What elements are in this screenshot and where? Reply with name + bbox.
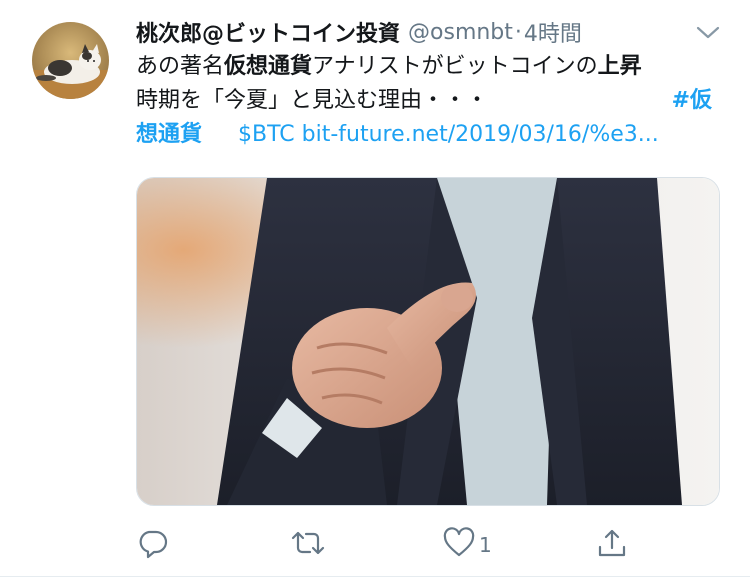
heart-icon xyxy=(443,527,475,563)
like-button[interactable]: 1 xyxy=(443,527,492,563)
tweet-text: あの著名仮想通貨アナリストがビットコインの上昇 時期を「今夏」と見込む理由・・・… xyxy=(136,50,726,152)
avatar-cat-image xyxy=(32,22,109,99)
hashtag-link[interactable]: #仮 xyxy=(672,84,712,118)
chevron-down-icon[interactable] xyxy=(694,20,722,44)
tweet-text-line-2: 時期を「今夏」と見込む理由・・・ #仮 xyxy=(136,84,726,118)
display-name[interactable]: 桃次郎@ビットコイン投資 xyxy=(136,16,400,48)
hashtag-link[interactable]: 想通貨 xyxy=(136,122,202,147)
timestamp[interactable]: 4時間 xyxy=(524,16,582,48)
reply-button[interactable] xyxy=(137,528,169,562)
text-segment: あの著名 xyxy=(136,54,225,79)
url-link[interactable]: bit-future.net/2019/03/16/%e3... xyxy=(302,122,659,147)
separator-dot: · xyxy=(514,19,522,45)
divider xyxy=(0,576,750,577)
tweet-text-line-1: あの著名仮想通貨アナリストがビットコインの上昇 xyxy=(136,50,726,84)
reply-icon xyxy=(137,527,169,563)
retweet-button[interactable] xyxy=(290,528,326,562)
tweet-card[interactable]: 桃次郎@ビットコイン投資 @osmnbt · 4時間 あの著名仮想通貨アナリスト… xyxy=(0,0,750,579)
share-icon xyxy=(596,527,628,563)
text-bold-segment: 仮想通貨 xyxy=(224,54,313,79)
tweet-text-line-3: 想通貨 $BTC bit-future.net/2019/03/16/%e3..… xyxy=(136,118,726,152)
avatar[interactable] xyxy=(32,22,109,99)
tweet-media-image[interactable] xyxy=(136,177,720,506)
text-segment: アナリストがビットコインの xyxy=(312,54,598,79)
retweet-icon xyxy=(290,527,326,563)
text-segment: 時期を「今夏」と見込む理由・・・ xyxy=(136,88,489,113)
tweet-header: 桃次郎@ビットコイン投資 @osmnbt · 4時間 xyxy=(136,14,582,50)
text-bold-segment: 上昇 xyxy=(597,54,642,79)
pointing-man-photo xyxy=(137,178,719,505)
user-handle[interactable]: @osmnbt xyxy=(408,20,513,45)
tweet-actions: 1 xyxy=(0,520,750,570)
share-button[interactable] xyxy=(596,528,628,562)
cashtag-link[interactable]: $BTC xyxy=(238,122,295,147)
like-count: 1 xyxy=(479,533,492,557)
